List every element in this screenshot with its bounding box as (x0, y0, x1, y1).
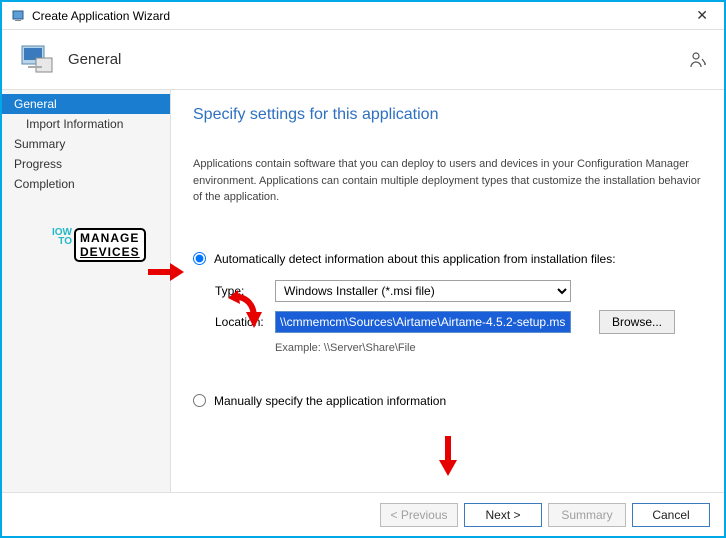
content-pane: Specify settings for this application Ap… (170, 90, 724, 492)
browse-button[interactable]: Browse... (599, 310, 675, 334)
cancel-button[interactable]: Cancel (632, 503, 710, 527)
close-button[interactable]: ✕ (688, 5, 716, 26)
watermark: IOW TO MANAGE DEVICES (52, 228, 146, 262)
type-select[interactable]: Windows Installer (*.msi file) (275, 280, 571, 302)
sidebar-item-general[interactable]: General (2, 94, 170, 114)
header: General (2, 30, 724, 90)
user-icon (688, 50, 708, 70)
radio-manual-label: Manually specify the application informa… (214, 394, 446, 408)
window-title: Create Application Wizard (32, 9, 170, 23)
sidebar-item-import-information[interactable]: Import Information (2, 114, 170, 134)
next-button[interactable]: Next > (464, 503, 542, 527)
radio-manual[interactable]: Manually specify the application informa… (193, 394, 702, 408)
page-title: Specify settings for this application (193, 106, 702, 124)
radio-auto-detect[interactable]: Automatically detect information about t… (193, 252, 702, 266)
page-description: Applications contain software that you c… (193, 156, 702, 206)
location-example: Example: \\Server\Share\File (193, 342, 702, 354)
radio-manual-input[interactable] (193, 394, 206, 407)
sidebar-item-completion[interactable]: Completion (2, 174, 170, 194)
radio-auto-label: Automatically detect information about t… (214, 252, 616, 266)
app-icon (10, 8, 26, 24)
type-label: Type: (215, 284, 275, 298)
previous-button: < Previous (380, 503, 458, 527)
location-input[interactable] (275, 311, 571, 333)
header-title: General (68, 51, 121, 68)
radio-auto-input[interactable] (193, 252, 206, 265)
sidebar-item-summary[interactable]: Summary (2, 134, 170, 154)
titlebar: Create Application Wizard ✕ (2, 2, 724, 30)
footer: < Previous Next > Summary Cancel (2, 492, 724, 536)
summary-button: Summary (548, 503, 626, 527)
sidebar: GeneralImport InformationSummaryProgress… (2, 90, 170, 492)
location-label: Location: (215, 315, 275, 329)
sidebar-item-progress[interactable]: Progress (2, 154, 170, 174)
wizard-icon (18, 40, 58, 80)
